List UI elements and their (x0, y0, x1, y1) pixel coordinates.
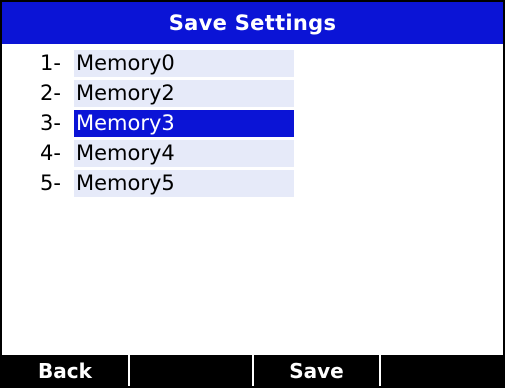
list-item-number: 1- (40, 51, 61, 75)
list-item[interactable]: 4- Memory4 (2, 138, 503, 168)
list-item[interactable]: 1- Memory0 (2, 48, 503, 78)
list-item-number: 5- (40, 171, 61, 195)
softkey-2[interactable] (130, 355, 254, 386)
list-item-label[interactable]: Memory0 (74, 49, 294, 77)
softkey-bar: Back Save (2, 355, 503, 386)
save-softkey[interactable]: Save (254, 355, 381, 386)
page-title: Save Settings (168, 11, 337, 35)
list-item-number: 2- (40, 81, 61, 105)
list-item-label[interactable]: Memory4 (74, 139, 294, 167)
list-item[interactable]: 5- Memory5 (2, 168, 503, 198)
list-item-number: 3- (40, 111, 61, 135)
list-item-label[interactable]: Memory5 (74, 169, 294, 197)
memory-list: 1- Memory0 2- Memory2 3- Memory3 4- Memo… (2, 48, 503, 198)
softkey-4[interactable] (381, 355, 503, 386)
save-settings-screen: Save Settings 1- Memory0 2- Memory2 3- M… (0, 0, 505, 388)
list-item[interactable]: 2- Memory2 (2, 78, 503, 108)
list-item-number: 4- (40, 141, 61, 165)
list-item-label[interactable]: Memory2 (74, 79, 294, 107)
list-item-selected[interactable]: 3- Memory3 (2, 108, 503, 138)
back-softkey[interactable]: Back (2, 355, 130, 386)
list-item-label[interactable]: Memory3 (74, 109, 294, 137)
title-bar: Save Settings (2, 2, 503, 44)
